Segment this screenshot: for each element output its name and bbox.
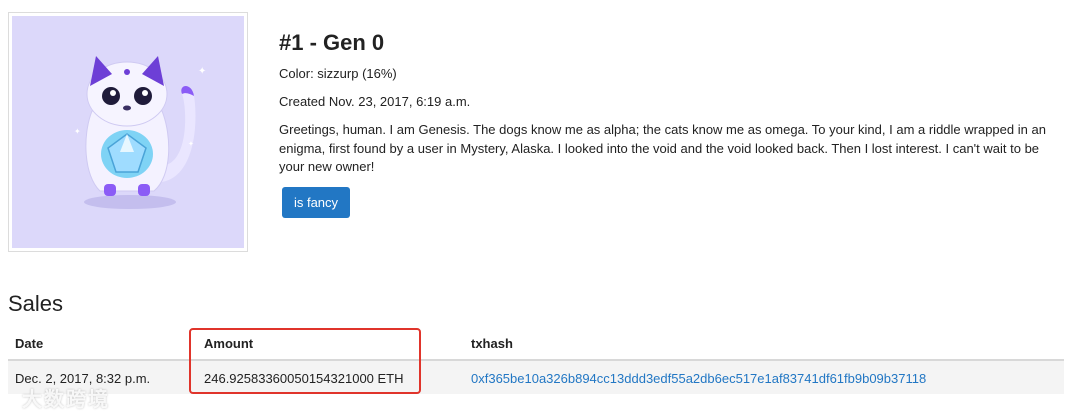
svg-text:✦: ✦	[198, 66, 206, 77]
watermark: 大数跨境	[22, 389, 110, 411]
kitty-title: #1 - Gen 0	[279, 30, 385, 55]
sales-heading: Sales	[8, 291, 64, 316]
kitty-image: ✦ ✦ ✦	[12, 16, 244, 248]
sales-table-header: Date Amount txhash	[8, 326, 1064, 361]
is-fancy-button[interactable]: is fancy	[282, 187, 350, 218]
txhash-link[interactable]: 0xf365be10a326b894cc13ddd3edf55a2db6ec51…	[471, 371, 926, 386]
kitty-color: Color: sizzurp (16%)	[279, 66, 397, 81]
column-header-txhash: txhash	[471, 336, 513, 351]
kitty-bio: Greetings, human. I am Genesis. The dogs…	[279, 122, 1046, 174]
svg-text:✦: ✦	[74, 127, 81, 136]
cat-illustration-icon: ✦ ✦ ✦	[74, 56, 206, 209]
table-row: Dec. 2, 2017, 8:32 p.m. 246.925833600501…	[8, 361, 1064, 394]
kitty-image-frame: ✦ ✦ ✦	[8, 12, 248, 252]
column-header-amount: Amount	[204, 336, 254, 351]
sale-amount: 246.92583360050154321000 ETH	[204, 371, 404, 386]
column-header-date: Date	[15, 336, 44, 351]
svg-text:✦: ✦	[188, 140, 194, 148]
kitty-created-date: Created Nov. 23, 2017, 6:19 a.m.	[279, 94, 471, 109]
